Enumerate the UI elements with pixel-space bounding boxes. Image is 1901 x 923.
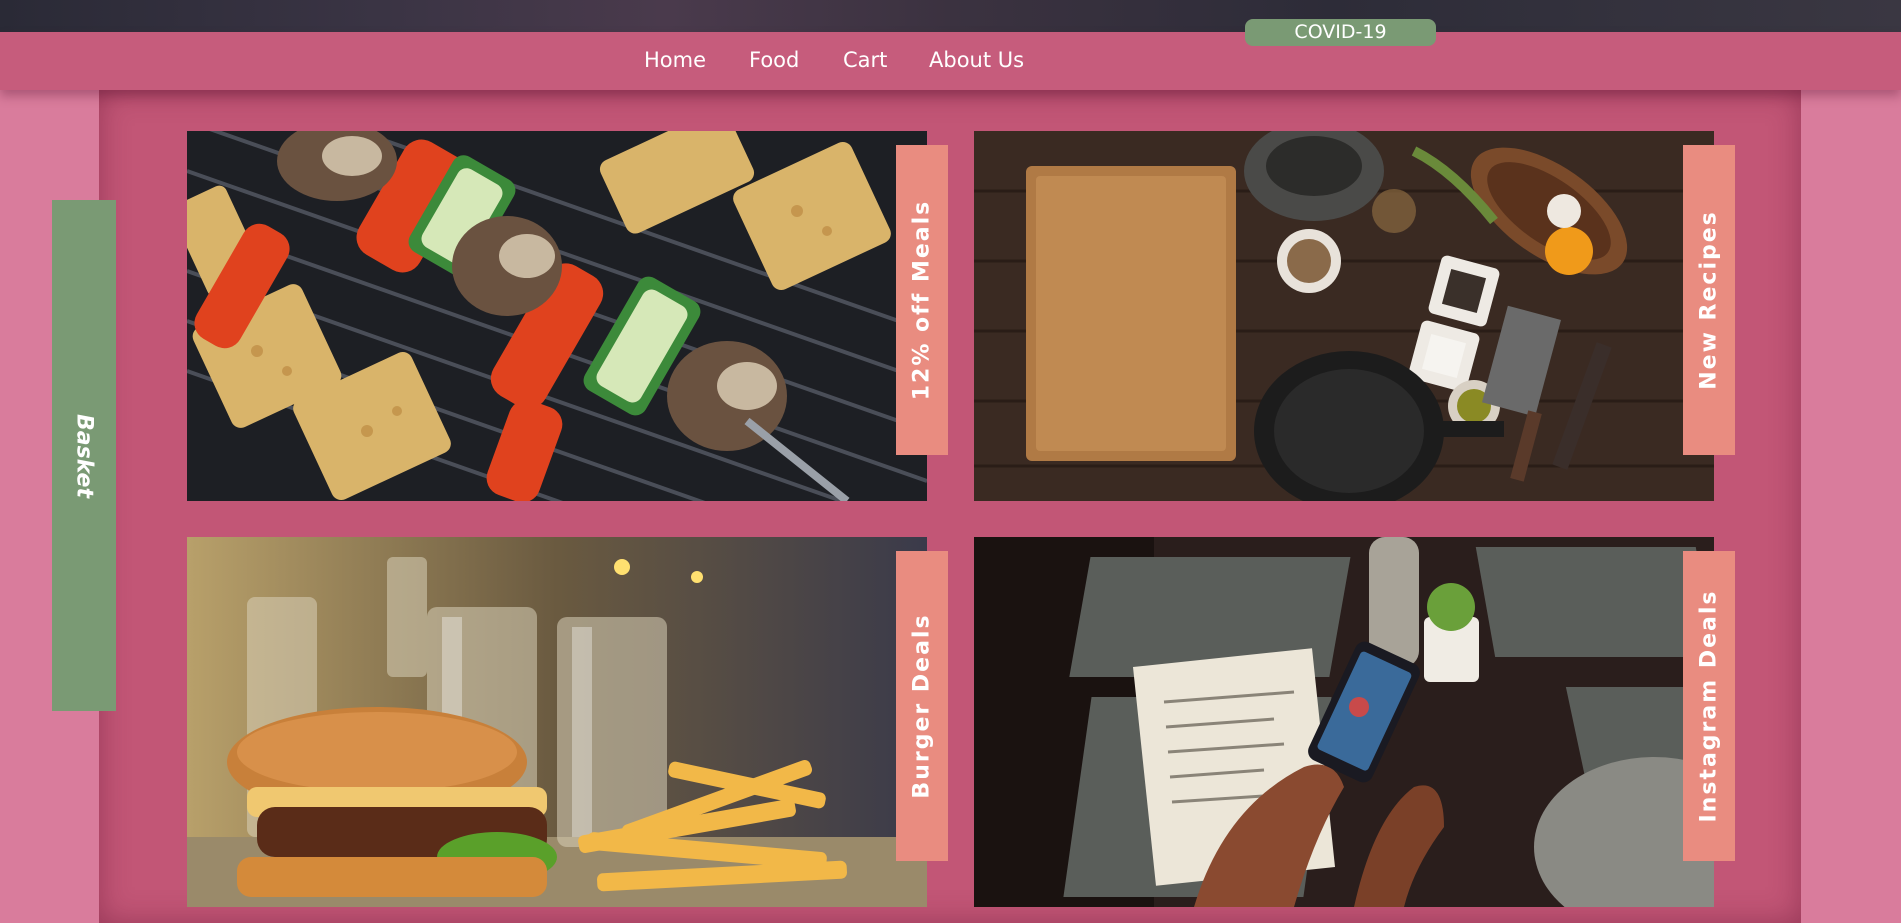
tab-12-off-meals[interactable]: 12% off Meals xyxy=(896,145,948,455)
basket-button[interactable]: Basket xyxy=(52,200,116,711)
basket-label: Basket xyxy=(71,413,97,498)
nav-home[interactable]: Home xyxy=(644,48,706,72)
tab-new-recipes[interactable]: New Recipes xyxy=(1683,145,1735,455)
top-background-strip xyxy=(0,0,1901,32)
burger-and-fries-photo xyxy=(187,537,927,907)
tab-instagram-deals[interactable]: Instagram Deals xyxy=(1683,551,1735,861)
tab-label-instagram: Instagram Deals xyxy=(1696,589,1722,823)
navigation-bar: Home Food Cart About Us xyxy=(0,32,1901,90)
tab-label-burger: Burger Deals xyxy=(909,613,935,799)
promo-card-recipes[interactable] xyxy=(974,131,1714,501)
promo-card-instagram[interactable] xyxy=(974,537,1714,907)
promo-card-burger[interactable] xyxy=(187,537,927,907)
nav-cart[interactable]: Cart xyxy=(843,48,887,72)
covid-19-badge[interactable]: COVID-19 xyxy=(1245,19,1436,46)
right-side-panel xyxy=(1801,90,1901,923)
phone-at-restaurant-photo xyxy=(974,537,1714,907)
grilled-skewers-photo xyxy=(187,131,927,501)
nav-about-us[interactable]: About Us xyxy=(929,48,1024,72)
promo-card-meals[interactable] xyxy=(187,131,927,501)
tab-burger-deals[interactable]: Burger Deals xyxy=(896,551,948,861)
tab-label-meals: 12% off Meals xyxy=(909,199,935,401)
tab-label-recipes: New Recipes xyxy=(1696,210,1722,390)
nav-food[interactable]: Food xyxy=(749,48,799,72)
kitchen-table-photo xyxy=(974,131,1714,501)
